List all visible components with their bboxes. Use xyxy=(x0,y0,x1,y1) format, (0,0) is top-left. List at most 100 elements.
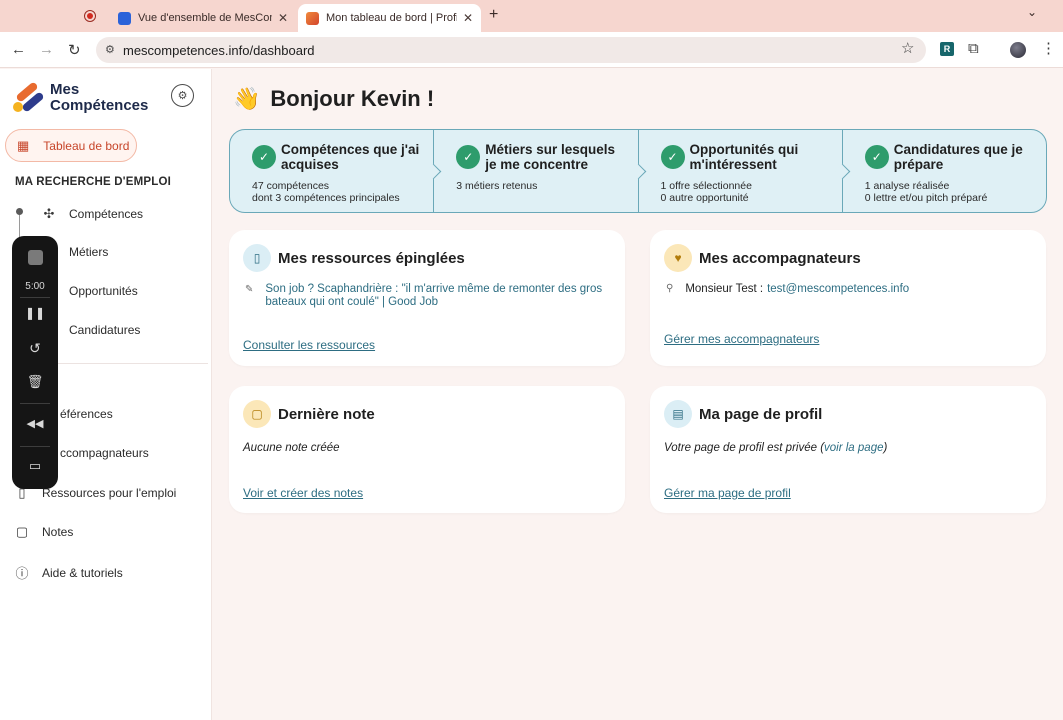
manage-advisors-link[interactable]: Gérer mes accompagnateurs xyxy=(664,332,819,346)
sidebar-item-label: Notes xyxy=(42,525,74,539)
tab-close-icon[interactable]: ✕ xyxy=(463,11,473,25)
sidebar-item-label: Tableau de bord xyxy=(43,138,130,153)
help-icon: ⓘ xyxy=(15,566,29,581)
recording-timer: 5:00 xyxy=(25,281,45,292)
check-icon: ✓ xyxy=(660,145,685,169)
step-detail: 1 analyse réalisée xyxy=(864,180,950,192)
logo-mark-icon xyxy=(13,81,45,113)
view-notes-link[interactable]: Voir et créer des notes xyxy=(243,486,363,500)
step-title: Métiers sur lesquels je me concentre xyxy=(485,142,616,172)
view-profile-link[interactable]: voir la page xyxy=(824,442,883,454)
step-detail: 3 métiers retenus xyxy=(456,180,538,192)
delete-recording-icon[interactable]: 🗑 xyxy=(12,374,58,390)
card-title: Mes ressources épinglées xyxy=(278,249,465,267)
step-competences[interactable]: ✓ Compétences que j'ai acquises 47 compé… xyxy=(230,130,442,212)
sidebar-item-notes[interactable]: ▢ Notes xyxy=(15,524,74,540)
reload-icon[interactable]: ↻ xyxy=(68,41,81,59)
manage-profile-link[interactable]: Gérer ma page de profil xyxy=(664,486,791,500)
progress-steps: ✓ Compétences que j'ai acquises 47 compé… xyxy=(229,129,1047,213)
step-detail: 0 autre opportunité xyxy=(660,192,749,204)
profile-avatar[interactable] xyxy=(1010,42,1026,58)
advisor-email-link[interactable]: test@mescompetences.info xyxy=(767,283,909,295)
sidebar-item-label: Aide & tutoriels xyxy=(42,565,123,580)
pinned-resource-link[interactable]: Son job ? Scaphandrière : "il m'arrive m… xyxy=(265,283,610,309)
sidebar-item-competences[interactable]: ✣ Compétences xyxy=(42,206,144,222)
site-settings-icon[interactable]: ⚙ xyxy=(105,43,115,56)
card-title: Dernière note xyxy=(278,405,375,423)
browser-tab-dashboard[interactable]: Mon tableau de bord | Profil d ✕ xyxy=(298,4,481,32)
recording-indicator-icon xyxy=(84,10,96,22)
pinned-resources-card: ▯ Mes ressources épinglées ✎ Son job ? S… xyxy=(229,230,625,366)
recorder-divider xyxy=(20,297,50,298)
step-candidatures[interactable]: ✓ Candidatures que je prépare 1 analyse … xyxy=(843,130,1046,212)
sidebar-item-label: ccompagnateurs xyxy=(60,446,149,460)
greeting-text: Bonjour Kevin ! xyxy=(270,86,435,111)
last-note-card: ▢ Dernière note Aucune note créée Voir e… xyxy=(229,386,625,513)
browser-tab-overview[interactable]: Vue d'ensemble de MesCompét ✕ xyxy=(110,4,296,32)
book-icon: ▯ xyxy=(243,244,271,272)
sidebar-item-label: Candidatures xyxy=(69,323,141,337)
restart-recording-icon[interactable]: ↺ xyxy=(12,340,58,357)
bookmark-star-icon[interactable]: ☆ xyxy=(901,39,914,57)
sidebar-item-label: Compétences xyxy=(69,207,144,221)
app-logo[interactable]: Mes Compétences xyxy=(13,81,149,114)
extensions-puzzle-icon[interactable]: ⧉ xyxy=(968,40,979,57)
rewind-icon[interactable]: ◀◀ xyxy=(12,417,58,430)
dashboard-grid-icon: ▦ xyxy=(17,137,30,153)
check-icon: ✓ xyxy=(456,145,481,169)
waving-hand-icon: 👋 xyxy=(233,86,261,111)
step-metiers[interactable]: ✓ Métiers sur lesquels je me concentre 3… xyxy=(434,130,646,212)
back-arrow-icon[interactable]: ← xyxy=(11,41,26,58)
sidebar-item-label: Opportunités xyxy=(69,284,138,298)
profile-card-icon: ▤ xyxy=(664,400,692,428)
browser-menu-icon[interactable]: ⋮ xyxy=(1041,39,1056,57)
card-title: Mes accompagnateurs xyxy=(699,249,861,267)
tab-search-chevron-icon[interactable]: ⌄ xyxy=(1027,5,1037,19)
sidebar-item-dashboard[interactable]: ▦ Tableau de bord xyxy=(5,129,137,162)
new-tab-button[interactable]: + xyxy=(489,6,498,24)
step-opportunites[interactable]: ✓ Opportunités qui m'intéressent 1 offre… xyxy=(639,130,851,212)
heart-handshake-icon: ♥ xyxy=(664,244,692,272)
forward-arrow-icon[interactable]: → xyxy=(39,41,54,58)
advisor-item: ⚲ Monsieur Test : test@mescompetences.in… xyxy=(666,283,909,295)
pinned-resource-item[interactable]: ✎ Son job ? Scaphandrière : "il m'arrive… xyxy=(245,283,610,309)
extension-icon[interactable]: R xyxy=(940,42,954,56)
sidebar-item-aide[interactable]: ⓘ Aide & tutoriels xyxy=(15,563,123,582)
check-icon: ✓ xyxy=(864,145,889,169)
view-resources-link[interactable]: Consulter les ressources xyxy=(243,338,375,352)
step-title: Compétences que j'ai acquises xyxy=(281,142,420,172)
account-settings-icon[interactable]: ⚙ xyxy=(171,84,194,107)
progress-line xyxy=(19,215,20,237)
screen-recorder-toolbar: 5:00 ❚❚ ↺ 🗑 ◀◀ ▭ xyxy=(12,236,58,489)
sidebar-item-label: Ressources pour l'emploi xyxy=(42,486,177,500)
sidebar-section-title: MA RECHERCHE D'EMPLOI xyxy=(15,176,172,188)
url-text: mescompetences.info/dashboard xyxy=(123,42,315,58)
person-icon: ⚲ xyxy=(666,283,674,294)
stop-recording-button[interactable] xyxy=(12,250,58,270)
profile-privacy-text: Votre page de profil est privée (voir la… xyxy=(664,442,888,454)
no-note-text: Aucune note créée xyxy=(243,442,340,454)
step-detail: 0 lettre et/ou pitch préparé xyxy=(864,192,988,204)
stop-icon xyxy=(27,250,43,265)
logo-text: Mes Compétences xyxy=(50,81,149,114)
advisors-card: ♥ Mes accompagnateurs ⚲ Monsieur Test : … xyxy=(650,230,1046,366)
note-icon: ▢ xyxy=(243,400,271,428)
tab-close-icon[interactable]: ✕ xyxy=(278,11,288,25)
tab-favicon-icon xyxy=(118,11,131,25)
sidebar-item-label: Métiers xyxy=(69,245,109,259)
note-icon: ▢ xyxy=(15,524,29,539)
profile-page-card: ▤ Ma page de profil Votre page de profil… xyxy=(650,386,1046,513)
recorder-divider xyxy=(20,446,50,447)
browser-tab-strip: Vue d'ensemble de MesCompét ✕ Mon tablea… xyxy=(0,0,1063,32)
advisor-name: Monsieur Test : xyxy=(685,283,764,295)
browser-toolbar: ← → ↻ ⚙ mescompetences.info/dashboard ☆ … xyxy=(0,32,1063,68)
camera-icon[interactable]: ▭ xyxy=(12,458,58,474)
address-bar[interactable]: ⚙ mescompetences.info/dashboard xyxy=(96,37,926,63)
step-detail: 1 offre sélectionnée xyxy=(660,180,752,192)
tab-title: Mon tableau de bord | Profil d xyxy=(326,12,457,24)
page-title: 👋 Bonjour Kevin ! xyxy=(233,86,434,112)
pause-recording-icon[interactable]: ❚❚ xyxy=(12,306,58,320)
check-icon: ✓ xyxy=(252,145,276,169)
pin-icon: ✎ xyxy=(245,284,254,295)
step-detail: dont 3 compétences principales xyxy=(252,192,400,204)
